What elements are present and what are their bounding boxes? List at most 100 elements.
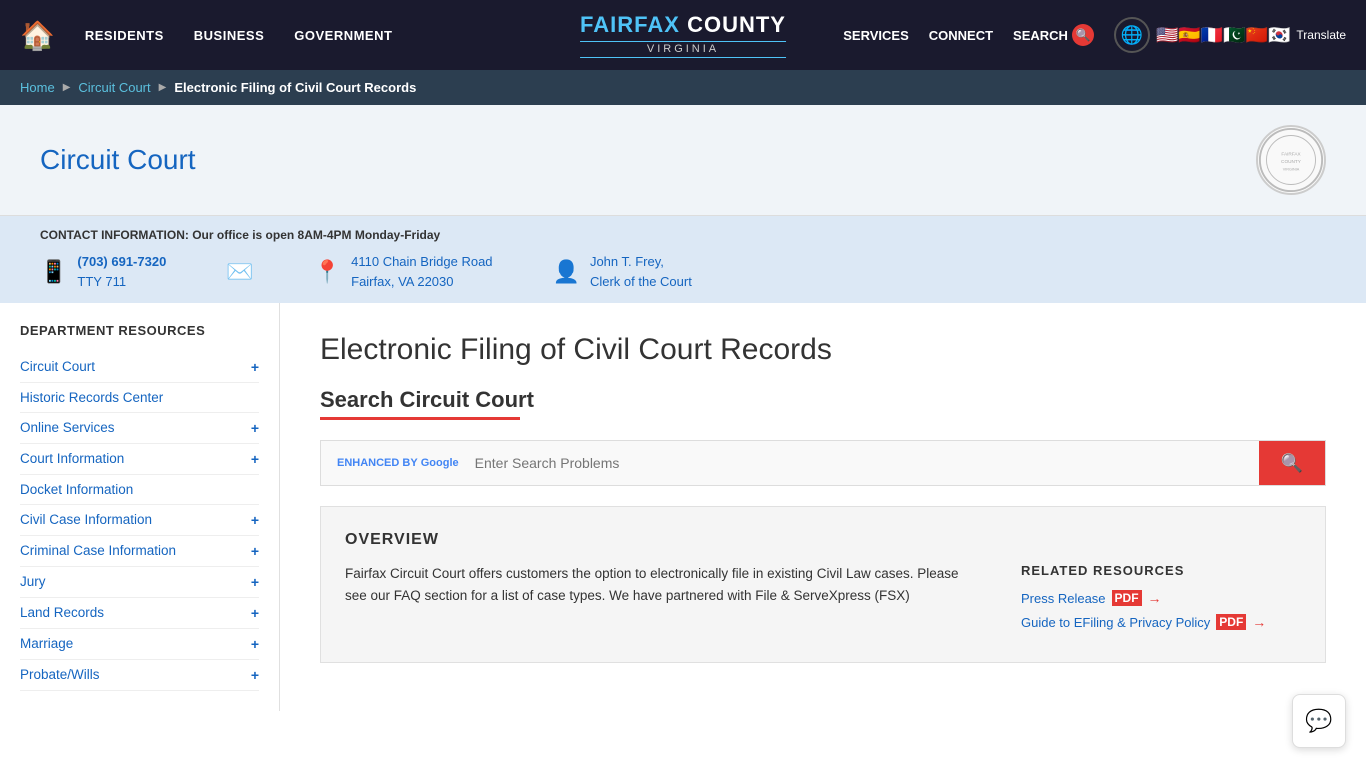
overview-section: OVERVIEW Fairfax Circuit Court offers cu… [320, 506, 1326, 663]
sidebar-item-marriage[interactable]: Marriage + [20, 629, 259, 660]
search-input[interactable] [459, 441, 1259, 485]
sidebar-plus-criminal-case[interactable]: + [251, 543, 259, 559]
sidebar-item-online-services[interactable]: Online Services + [20, 413, 259, 444]
location-icon: 📍 [314, 259, 341, 285]
home-icon[interactable]: 🏠 [20, 19, 55, 52]
translate-label[interactable]: Translate [1296, 28, 1346, 42]
sidebar-link-marriage[interactable]: Marriage [20, 636, 73, 651]
sidebar: DEPARTMENT RESOURCES Circuit Court + His… [0, 303, 280, 711]
breadcrumb-home[interactable]: Home [20, 80, 55, 95]
sidebar-item-criminal-case[interactable]: Criminal Case Information + [20, 536, 259, 567]
pdf-icon-guide-efiling: PDF [1216, 614, 1246, 630]
arrow-icon-guide-efiling: → [1252, 614, 1266, 630]
search-button[interactable]: 🔍 [1259, 441, 1325, 485]
sidebar-item-court-information[interactable]: Court Information + [20, 444, 259, 475]
sidebar-dept-title: DEPARTMENT RESOURCES [20, 323, 259, 340]
related-resources-header: RELATED RESOURCES [1021, 563, 1301, 578]
sidebar-plus-circuit-court[interactable]: + [251, 359, 259, 375]
address-line1: 4110 Chain Bridge Road [351, 254, 492, 269]
clerk-title: Clerk of the Court [590, 274, 692, 289]
contact-email: ✉️ [226, 259, 253, 285]
sidebar-link-probate-wills[interactable]: Probate/Wills [20, 667, 100, 682]
contact-label: CONTACT INFORMATION: Our office is open … [40, 228, 1326, 242]
sidebar-item-land-records[interactable]: Land Records + [20, 598, 259, 629]
svg-text:FAIRFAX: FAIRFAX [1281, 151, 1301, 156]
nav-business[interactable]: BUSINESS [194, 28, 264, 43]
sidebar-item-civil-case[interactable]: Civil Case Information + [20, 505, 259, 536]
sidebar-plus-land-records[interactable]: + [251, 605, 259, 621]
sidebar-link-online-services[interactable]: Online Services [20, 420, 115, 435]
section-underline [320, 417, 520, 420]
breadcrumb-current: Electronic Filing of Civil Court Records [174, 80, 416, 95]
guide-efiling-label: Guide to EFiling & Privacy Policy [1021, 615, 1210, 630]
sidebar-plus-online-services[interactable]: + [251, 420, 259, 436]
sidebar-link-jury[interactable]: Jury [20, 574, 46, 589]
content-area: Electronic Filing of Civil Court Records… [280, 303, 1366, 711]
person-icon: 👤 [553, 259, 580, 285]
sidebar-link-historic-records[interactable]: Historic Records Center [20, 390, 163, 405]
email-icon: ✉️ [226, 259, 253, 285]
sidebar-item-docket-information[interactable]: Docket Information [20, 475, 259, 505]
nav-connect[interactable]: CONNECT [929, 28, 993, 43]
brand-county: COUNTY [687, 12, 786, 37]
content-title: Electronic Filing of Civil Court Records [320, 333, 1326, 367]
brand-virginia: VIRGINIA [580, 41, 786, 58]
sidebar-link-criminal-case[interactable]: Criminal Case Information [20, 543, 176, 558]
svg-text:VIRGINIA: VIRGINIA [1283, 167, 1300, 171]
svg-text:COUNTY: COUNTY [1281, 159, 1302, 164]
sidebar-link-court-information[interactable]: Court Information [20, 451, 124, 466]
pdf-icon-press-release: PDF [1112, 590, 1142, 606]
related-link-press-release[interactable]: Press Release PDF → [1021, 590, 1301, 606]
sidebar-link-land-records[interactable]: Land Records [20, 605, 104, 620]
breadcrumb: Home ▶ Circuit Court ▶ Electronic Filing… [0, 70, 1366, 105]
contact-bar: CONTACT INFORMATION: Our office is open … [0, 216, 1366, 303]
search-box: ENHANCED BY Google 🔍 [320, 440, 1326, 486]
sidebar-link-circuit-court[interactable]: Circuit Court [20, 359, 95, 374]
tty-text: TTY 711 [77, 274, 126, 289]
nav-services[interactable]: SERVICES [843, 28, 909, 43]
sidebar-item-jury[interactable]: Jury + [20, 567, 259, 598]
nav-right: SERVICES CONNECT SEARCH 🔍 🌐 🇺🇸🇪🇸🇫🇷🇵🇰🇨🇳🇰🇷… [843, 17, 1346, 53]
nav-residents[interactable]: RESIDENTS [85, 28, 164, 43]
top-navigation: 🏠 RESIDENTS BUSINESS GOVERNMENT FAIRFAX … [0, 0, 1366, 70]
sidebar-item-probate-wills[interactable]: Probate/Wills + [20, 660, 259, 691]
globe-settings-icon[interactable]: 🌐 [1114, 17, 1150, 53]
county-seal: FAIRFAX COUNTY VIRGINIA [1256, 125, 1326, 195]
overview-content: Fairfax Circuit Court offers customers t… [345, 563, 1301, 638]
overview-header: OVERVIEW [345, 531, 1301, 549]
contact-address: 📍 4110 Chain Bridge Road Fairfax, VA 220… [314, 252, 493, 291]
sidebar-plus-court-information[interactable]: + [251, 451, 259, 467]
nav-search[interactable]: SEARCH 🔍 [1013, 24, 1094, 46]
contact-items: 📱 (703) 691-7320 TTY 711 ✉️ 📍 4110 Chain… [40, 252, 1326, 291]
search-icon: 🔍 [1072, 24, 1094, 46]
search-text: SEARCH [1013, 28, 1068, 43]
related-link-guide-efiling[interactable]: Guide to EFiling & Privacy Policy PDF → [1021, 614, 1301, 630]
phone-icon: 📱 [40, 259, 67, 285]
sidebar-plus-marriage[interactable]: + [251, 636, 259, 652]
related-resources: RELATED RESOURCES Press Release PDF → Gu… [1021, 563, 1301, 638]
breadcrumb-parent[interactable]: Circuit Court [78, 80, 150, 95]
sidebar-link-docket-information[interactable]: Docket Information [20, 482, 133, 497]
page-header: Circuit Court FAIRFAX COUNTY VIRGINIA [0, 105, 1366, 216]
breadcrumb-sep-1: ▶ [63, 82, 71, 93]
search-section-title: Search Circuit Court [320, 387, 1326, 413]
brand-fairfax: FAIRFAX [580, 12, 680, 37]
sidebar-plus-jury[interactable]: + [251, 574, 259, 590]
overview-text: Fairfax Circuit Court offers customers t… [345, 563, 981, 638]
page-title: Circuit Court [40, 144, 196, 176]
sidebar-plus-probate-wills[interactable]: + [251, 667, 259, 683]
main-content: DEPARTMENT RESOURCES Circuit Court + His… [0, 303, 1366, 711]
contact-phone: 📱 (703) 691-7320 TTY 711 [40, 252, 166, 291]
press-release-label: Press Release [1021, 591, 1106, 606]
sidebar-link-civil-case[interactable]: Civil Case Information [20, 512, 152, 527]
nav-government[interactable]: GOVERNMENT [294, 28, 392, 43]
sidebar-item-circuit-court[interactable]: Circuit Court + [20, 352, 259, 383]
address-line2: Fairfax, VA 22030 [351, 274, 453, 289]
sidebar-plus-civil-case[interactable]: + [251, 512, 259, 528]
enhanced-by-text: ENHANCED BY [337, 457, 418, 469]
language-flags: 🇺🇸🇪🇸🇫🇷🇵🇰🇨🇳🇰🇷 [1156, 25, 1290, 46]
chat-button[interactable]: 💬 [1292, 694, 1346, 748]
sidebar-item-historic-records[interactable]: Historic Records Center [20, 383, 259, 413]
phone-number[interactable]: (703) 691-7320 [77, 254, 166, 269]
clerk-name: John T. Frey, [590, 254, 664, 269]
